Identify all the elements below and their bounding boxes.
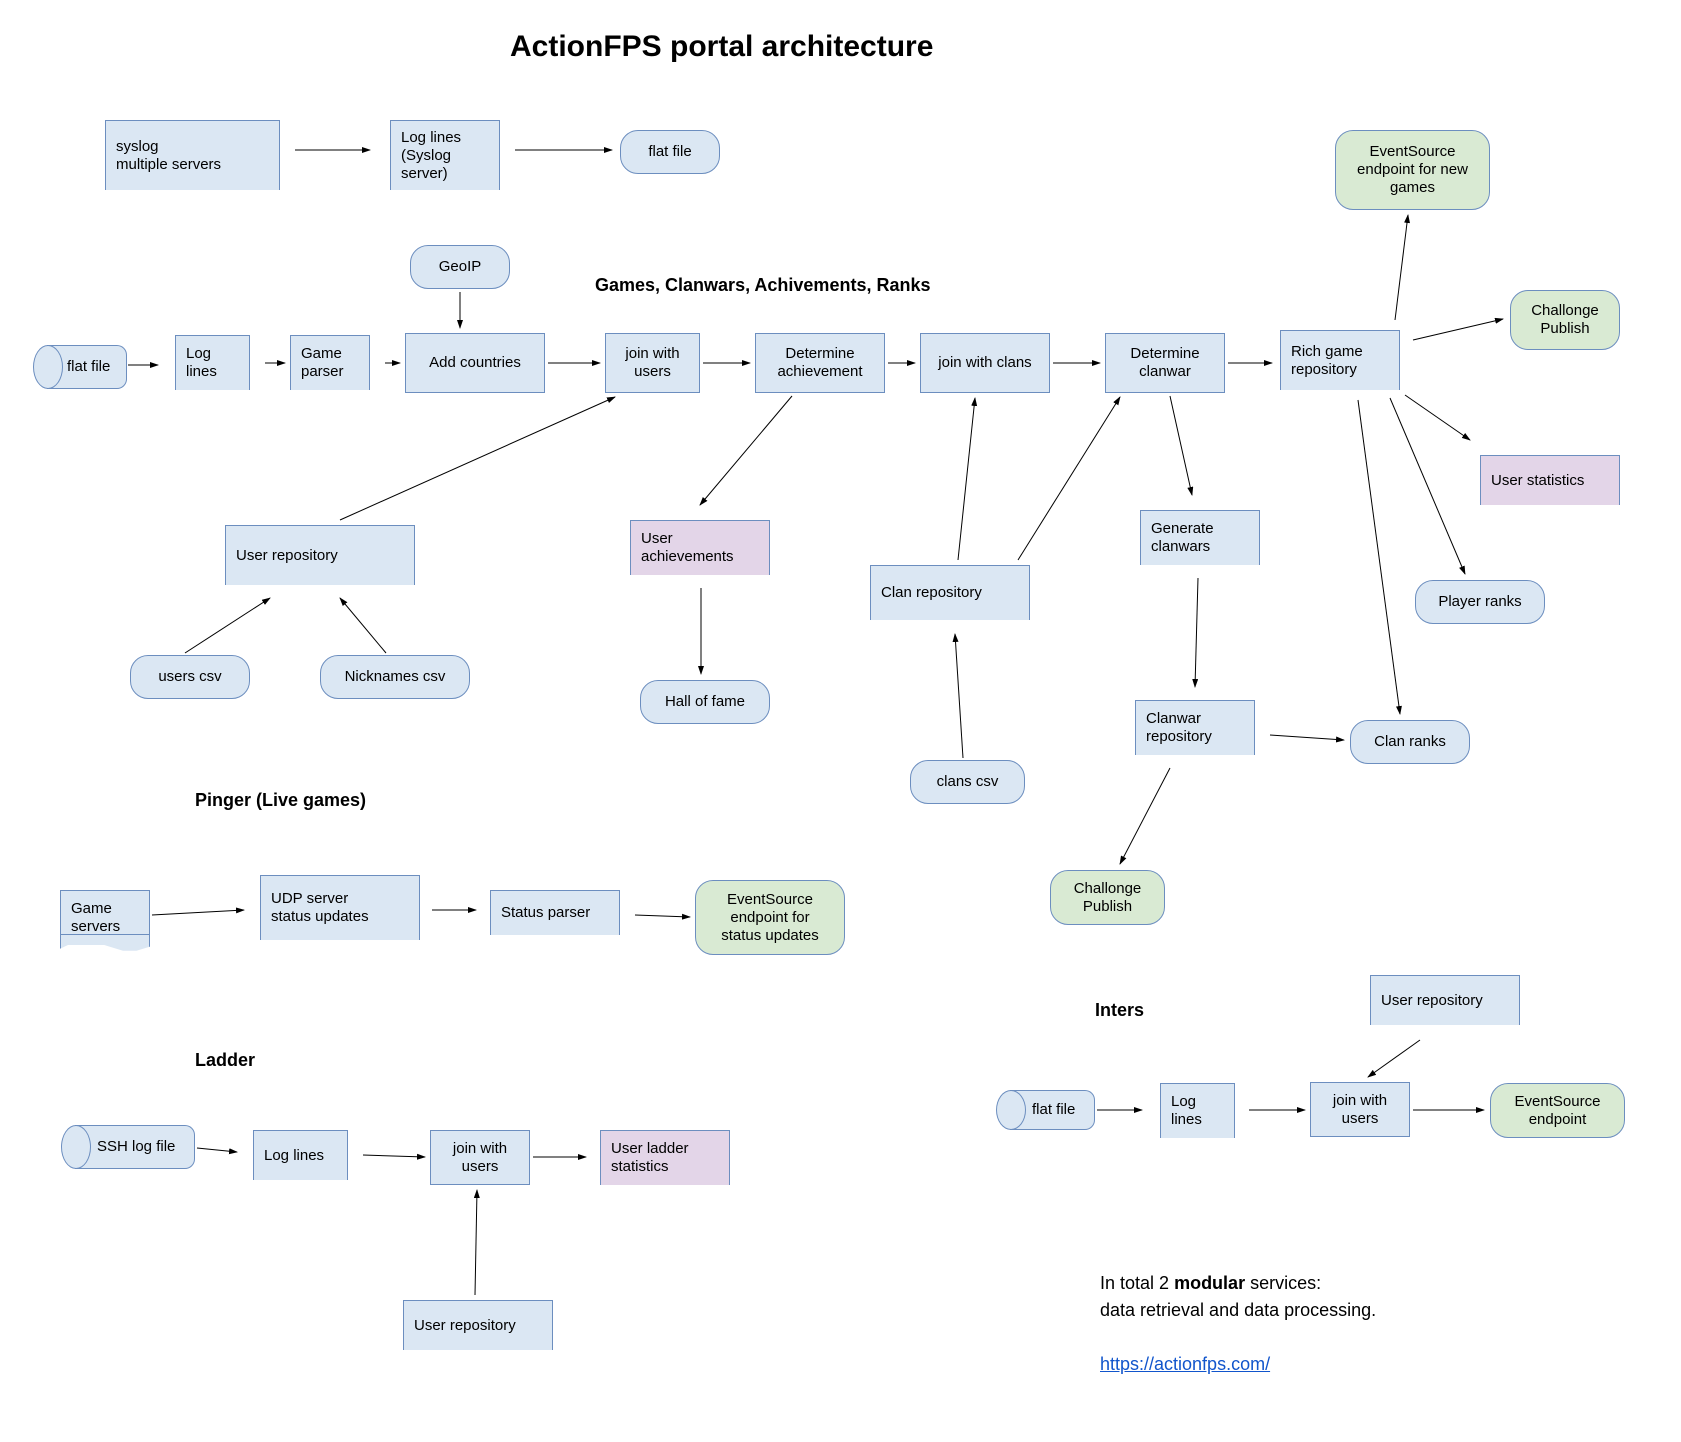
node-event-new-games: EventSource endpoint for new games — [1335, 130, 1490, 210]
node-player-ranks: Player ranks — [1415, 580, 1545, 624]
page-title: ActionFPS portal architecture — [510, 30, 933, 64]
node-inters-event: EventSource endpoint — [1490, 1083, 1625, 1138]
node-inters-user-repo: User repository — [1370, 975, 1520, 1025]
node-challonge-publish-2: Challonge Publish — [1050, 870, 1165, 925]
node-rich-repo: Rich game repository — [1280, 330, 1400, 390]
node-nicknames-csv: Nicknames csv — [320, 655, 470, 699]
node-user-stats: User statistics — [1480, 455, 1620, 505]
node-clan-ranks: Clan ranks — [1350, 720, 1470, 764]
node-inters-join-users: join with users — [1310, 1082, 1410, 1137]
node-clans-csv: clans csv — [910, 760, 1025, 804]
footer-link[interactable]: https://actionfps.com/ — [1100, 1354, 1270, 1374]
node-log-lines-syslog: Log lines (Syslog server) — [390, 120, 500, 190]
node-ladder-user-repo: User repository — [403, 1300, 553, 1350]
diagram-canvas: ActionFPS portal architecture syslog mul… — [0, 0, 1681, 1442]
node-ladder-log-lines: Log lines — [253, 1130, 348, 1180]
node-hall-of-fame: Hall of fame — [640, 680, 770, 724]
node-clanwar-repo: Clanwar repository — [1135, 700, 1255, 755]
node-clan-repo: Clan repository — [870, 565, 1030, 620]
node-add-countries: Add countries — [405, 333, 545, 393]
footer-line1b: modular — [1174, 1273, 1245, 1293]
node-ladder-join-users: join with users — [430, 1130, 530, 1185]
node-flat-file-top: flat file — [620, 130, 720, 174]
footer-line1c: services: — [1245, 1273, 1321, 1293]
footer-line1a: In total 2 — [1100, 1273, 1174, 1293]
node-join-clans: join with clans — [920, 333, 1050, 393]
node-inters-flat-file: flat file — [1010, 1090, 1095, 1130]
footer-note: In total 2 modular services: data retrie… — [1100, 1270, 1376, 1378]
node-status-parser: Status parser — [490, 890, 620, 935]
footer-line2: data retrieval and data processing. — [1100, 1300, 1376, 1320]
node-determine-achievement: Determine achievement — [755, 333, 885, 393]
node-join-users: join with users — [605, 333, 700, 393]
section-inters: Inters — [1095, 1000, 1144, 1021]
node-ssh-log: SSH log file — [75, 1125, 195, 1169]
node-user-achievements: User achievements — [630, 520, 770, 575]
section-games: Games, Clanwars, Achivements, Ranks — [595, 275, 930, 296]
node-flat-file-left: flat file — [47, 345, 127, 389]
node-challonge-publish: Challonge Publish — [1510, 290, 1620, 350]
node-user-repo: User repository — [225, 525, 415, 585]
node-game-servers: Game servers — [60, 890, 150, 945]
node-syslog: syslog multiple servers — [105, 120, 280, 190]
node-geoip: GeoIP — [410, 245, 510, 289]
node-generate-clanwars: Generate clanwars — [1140, 510, 1260, 565]
node-game-parser: Game parser — [290, 335, 370, 390]
node-udp-status: UDP server status updates — [260, 875, 420, 940]
node-determine-clanwar: Determine clanwar — [1105, 333, 1225, 393]
node-users-csv: users csv — [130, 655, 250, 699]
node-log-lines: Log lines — [175, 335, 250, 390]
node-ladder-stats: User ladder statistics — [600, 1130, 730, 1185]
node-inters-log-lines: Log lines — [1160, 1083, 1235, 1138]
section-pinger: Pinger (Live games) — [195, 790, 366, 811]
section-ladder: Ladder — [195, 1050, 255, 1071]
node-event-status: EventSource endpoint for status updates — [695, 880, 845, 955]
